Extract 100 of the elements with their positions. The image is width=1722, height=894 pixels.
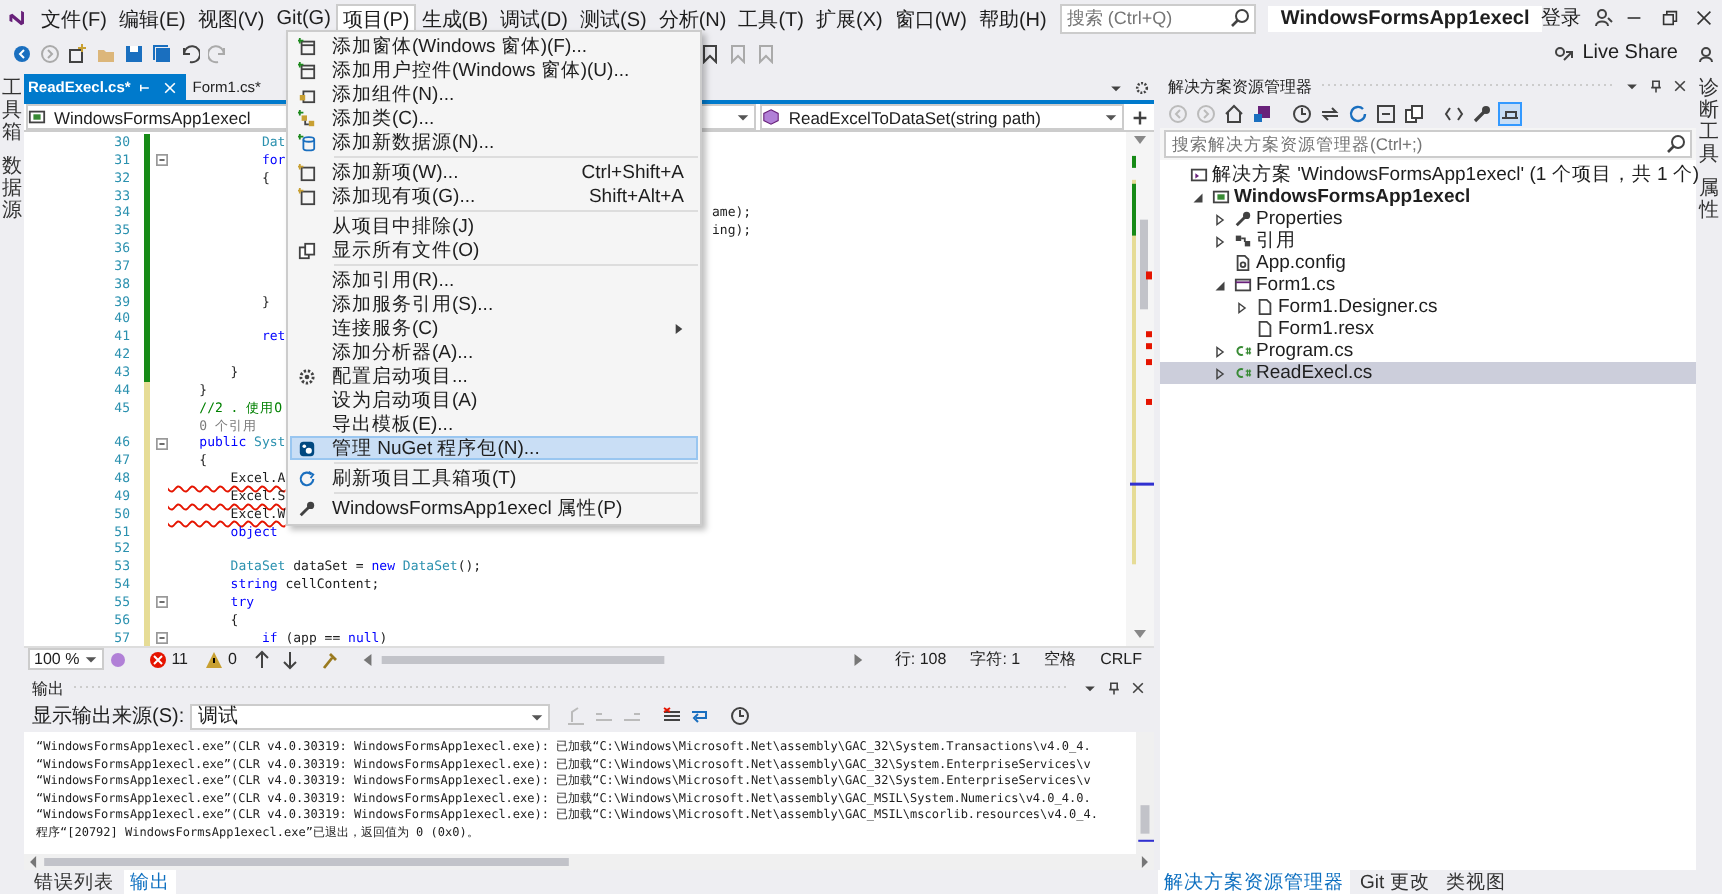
menu-bar-item[interactable]: Git(G) <box>270 3 337 33</box>
menu-bar-item[interactable]: 扩展(X) <box>810 3 889 33</box>
menu-item[interactable]: 添加现有项(G)... Shift+Alt+A <box>290 184 698 208</box>
tree-item[interactable]: WindowsFormsApp1execl <box>1160 186 1696 208</box>
code-icon[interactable] <box>1444 103 1464 123</box>
menu-item[interactable]: 添加引用(R)... <box>290 268 698 292</box>
side-tab[interactable]: 属性 <box>1699 178 1719 222</box>
collapse-icon[interactable] <box>156 632 168 645</box>
menu-item[interactable]: 添加组件(N)... <box>290 82 698 106</box>
panel-tab[interactable]: Git 更改 <box>1354 870 1436 894</box>
pin-icon[interactable] <box>136 79 153 95</box>
output-source-dropdown[interactable]: 调试 <box>190 703 551 729</box>
panel-tab[interactable]: 类视图 <box>1439 870 1512 894</box>
menu-item[interactable]: 连接服务(C) <box>290 316 698 340</box>
menu-item[interactable]: 添加用户控件(Windows 窗体)(U)... <box>290 58 698 82</box>
menu-bar-item[interactable]: 调试(D) <box>494 3 574 33</box>
collapsed-arrow-icon[interactable] <box>1214 345 1226 357</box>
collapsed-arrow-icon[interactable] <box>1214 367 1226 379</box>
member-dropdown[interactable]: ReadExcelToDataSet(string path) <box>760 104 1125 130</box>
save-icon[interactable] <box>124 43 144 63</box>
search-box[interactable]: 搜索解决方案资源管理器(Ctrl+;) <box>1164 130 1692 158</box>
pin-icon[interactable] <box>1106 680 1122 696</box>
menu-item[interactable]: 添加新数据源(N)... <box>290 130 698 154</box>
menu-bar-item[interactable]: 窗口(W) <box>888 3 973 33</box>
refresh-icon[interactable] <box>1348 103 1368 123</box>
menu-item[interactable]: 管理 NuGet 程序包(N)... <box>290 436 698 460</box>
side-tab[interactable]: 数据源 <box>2 156 22 222</box>
collapse-icon[interactable] <box>156 596 168 609</box>
menu-bar-item[interactable]: 分析(N) <box>652 3 733 33</box>
app-logo-icon[interactable] <box>8 6 26 30</box>
home-icon[interactable] <box>1224 103 1244 123</box>
panel-grip[interactable] <box>1320 82 1612 90</box>
menu-bar-item[interactable]: 测试(S) <box>573 3 653 33</box>
show-all-files-icon[interactable] <box>1404 103 1424 123</box>
panel-tab[interactable]: 输出 <box>124 870 176 894</box>
menu-item[interactable]: WindowsFormsApp1execl 属性(P) <box>290 496 698 520</box>
sync-icon[interactable] <box>1320 103 1340 123</box>
close-icon[interactable] <box>1696 10 1713 26</box>
clear-all-icon[interactable] <box>662 706 683 726</box>
restore-icon[interactable] <box>1661 10 1678 26</box>
tree-item[interactable]: Form1.resx <box>1160 318 1696 340</box>
new-project-icon[interactable] <box>68 43 88 63</box>
clock-icon[interactable] <box>730 706 751 726</box>
expanded-arrow-icon[interactable] <box>1192 191 1204 203</box>
menu-item[interactable]: 添加窗体(Windows 窗体)(F)... <box>290 34 698 58</box>
menu-bar-item[interactable]: 生成(B) <box>415 3 495 33</box>
search-box[interactable]: 搜索 (Ctrl+Q) <box>1060 3 1257 33</box>
pin-icon[interactable] <box>1648 78 1664 94</box>
menu-item[interactable]: 显示所有文件(O) <box>290 238 698 262</box>
search-field[interactable]: 搜索 (Ctrl+Q) <box>1062 8 1227 28</box>
menu-bar-item[interactable]: 帮助(H) <box>972 3 1053 33</box>
menu-item[interactable]: 刷新项目工具箱项(T) <box>290 466 698 490</box>
menu-bar-item[interactable]: 视图(V) <box>191 3 271 33</box>
collapse-all-icon[interactable] <box>1376 103 1396 123</box>
expanded-arrow-icon[interactable] <box>1214 279 1226 291</box>
close-icon[interactable] <box>1672 78 1688 94</box>
menu-bar-item[interactable]: 工具(T) <box>732 3 810 33</box>
up-arrow-icon[interactable] <box>252 649 273 669</box>
brush-icon[interactable] <box>320 649 341 669</box>
line-ending-indicator[interactable]: CRLF <box>1100 650 1142 668</box>
tree-item[interactable]: 引用 <box>1160 230 1696 252</box>
tree-item[interactable]: Form1.Designer.cs <box>1160 296 1696 318</box>
tree-item[interactable]: App.config <box>1160 252 1696 274</box>
undo-icon[interactable] <box>180 43 200 63</box>
panel-tab[interactable]: 解决方案资源管理器 <box>1158 870 1350 894</box>
collapsed-arrow-icon[interactable] <box>1214 235 1226 247</box>
side-tab[interactable]: 诊断工具 <box>1699 78 1719 166</box>
menu-item[interactable]: 添加服务引用(S)... <box>290 292 698 316</box>
preview-icon[interactable] <box>1500 103 1520 123</box>
scrollbar-markers-drawing[interactable] <box>1126 132 1154 646</box>
dropdown-icon[interactable] <box>1624 78 1640 94</box>
menu-bar-item[interactable]: 编辑(E) <box>113 3 192 33</box>
history-icon[interactable] <box>1292 103 1312 123</box>
collapse-icon[interactable] <box>156 154 168 167</box>
settings-icon[interactable] <box>1134 79 1150 95</box>
panel-grip[interactable] <box>72 684 1070 692</box>
person-icon[interactable] <box>1593 8 1614 28</box>
search-field[interactable]: 搜索解决方案资源管理器(Ctrl+;) <box>1166 134 1662 154</box>
collapsed-arrow-icon[interactable] <box>1214 213 1226 225</box>
tree-item[interactable]: Form1.cs <box>1160 274 1696 296</box>
warning-icon[interactable] <box>204 649 224 669</box>
live-share-button[interactable]: Live Share <box>1550 42 1678 64</box>
menu-item[interactable]: 设为启动项目(A) <box>290 388 698 412</box>
menu-item[interactable]: 添加分析器(A)... <box>290 340 698 364</box>
dropdown-icon[interactable] <box>1082 680 1098 696</box>
split-icon[interactable] <box>1132 109 1149 125</box>
menu-item[interactable]: 从项目中排除(J) <box>290 214 698 238</box>
tree-item[interactable]: 解决方案 'WindowsFormsApp1execl' (1 个项目，共 1 个) <box>1160 164 1696 186</box>
word-wrap-icon[interactable] <box>690 706 711 726</box>
sign-in-link[interactable]: 登录 <box>1541 4 1582 32</box>
menu-item[interactable]: 配置启动项目... <box>290 364 698 388</box>
collapsed-arrow-icon[interactable] <box>1236 301 1248 313</box>
tree-item[interactable]: Properties <box>1160 208 1696 230</box>
menu-item[interactable]: 导出模板(E)... <box>290 412 698 436</box>
panel-tab[interactable]: 错误列表 <box>28 870 120 894</box>
tree-item[interactable]: Program.cs <box>1160 340 1696 362</box>
down-arrow-icon[interactable] <box>280 649 301 669</box>
menu-bar-item[interactable]: 文件(F) <box>35 3 113 33</box>
switch-views-icon[interactable] <box>1252 103 1272 123</box>
side-tab[interactable]: 工具箱 <box>2 78 22 144</box>
